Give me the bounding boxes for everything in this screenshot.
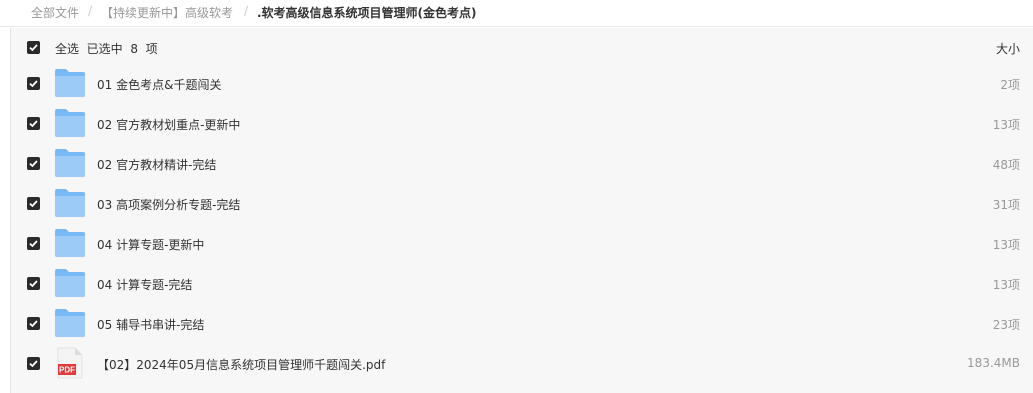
pdf-icon-label: PDF <box>59 366 75 375</box>
item-size: 2项 <box>1000 78 1020 92</box>
item-size: 31项 <box>992 198 1020 212</box>
item-name[interactable]: 05 辅导书串讲-完结 <box>97 316 204 333</box>
item-name[interactable]: 01 金色考点&千题闯关 <box>97 76 221 93</box>
check-icon <box>29 80 38 88</box>
check-icon <box>29 360 38 368</box>
folder-row[interactable]: 04 计算专题-完结 13项 <box>11 264 1033 304</box>
select-all-checkbox[interactable] <box>27 41 40 54</box>
check-icon <box>29 44 38 52</box>
check-icon <box>29 200 38 208</box>
item-size: 13项 <box>992 118 1020 132</box>
breadcrumb-parent-link[interactable]: 【持续更新中】高级软考 <box>101 4 233 21</box>
item-size: 23项 <box>992 318 1020 332</box>
row-checkbox[interactable] <box>27 77 40 90</box>
folder-row[interactable]: 01 金色考点&千题闯关 2项 <box>11 64 1033 104</box>
row-checkbox[interactable] <box>27 117 40 130</box>
item-name[interactable]: 03 高项案例分析专题-完结 <box>97 196 240 213</box>
breadcrumb-root-link[interactable]: 全部文件 <box>31 4 79 21</box>
list-header: 全选 已选中 8 项 大小 <box>11 28 1033 68</box>
breadcrumb-separator: / <box>88 4 93 18</box>
folder-row[interactable]: 02 官方教材精讲-完结 48项 <box>11 144 1033 184</box>
selected-unit: 项 <box>145 42 158 56</box>
row-checkbox[interactable] <box>27 357 40 370</box>
item-name[interactable]: 【02】2024年05月信息系统项目管理师千题闯关.pdf <box>97 356 385 373</box>
check-icon <box>29 320 38 328</box>
folder-icon <box>54 107 86 139</box>
folder-row[interactable]: 05 辅导书串讲-完结 23项 <box>11 304 1033 344</box>
breadcrumb: 全部文件 / 【持续更新中】高级软考 / .软考高级信息系统项目管理师(金色考点… <box>0 0 1033 27</box>
item-size: 48项 <box>992 158 1020 172</box>
folder-icon <box>54 187 86 219</box>
item-name[interactable]: 02 官方教材精讲-完结 <box>97 156 216 173</box>
item-name[interactable]: 04 计算专题-完结 <box>97 276 192 293</box>
folder-icon <box>54 267 86 299</box>
folder-row[interactable]: 04 计算专题-更新中 13项 <box>11 224 1033 264</box>
check-icon <box>29 280 38 288</box>
breadcrumb-current: .软考高级信息系统项目管理师(金色考点) <box>257 6 477 20</box>
folder-icon <box>54 307 86 339</box>
folder-icon <box>54 227 86 259</box>
folder-row[interactable]: 02 官方教材划重点-更新中 13项 <box>11 104 1033 144</box>
row-checkbox[interactable] <box>27 197 40 210</box>
check-icon <box>29 120 38 128</box>
selected-label: 已选中 <box>86 42 123 56</box>
item-size: 183.4MB <box>967 356 1020 370</box>
pdf-icon: PDF <box>54 347 86 379</box>
size-column-header[interactable]: 大小 <box>996 40 1020 57</box>
item-name[interactable]: 02 官方教材划重点-更新中 <box>97 116 240 133</box>
file-row[interactable]: PDF 【02】2024年05月信息系统项目管理师千题闯关.pdf 183.4MB <box>11 344 1033 384</box>
folder-icon <box>54 147 86 179</box>
row-checkbox[interactable] <box>27 237 40 250</box>
check-icon <box>29 160 38 168</box>
check-icon <box>29 240 38 248</box>
folder-icon <box>54 67 86 99</box>
row-checkbox[interactable] <box>27 157 40 170</box>
file-list: 全选 已选中 8 项 大小 01 金色考点&千题闯关 2项 02 官方教材划重点-更… <box>10 28 1033 393</box>
breadcrumb-separator: / <box>244 4 249 18</box>
folder-row[interactable]: 03 高项案例分析专题-完结 31项 <box>11 184 1033 224</box>
row-checkbox[interactable] <box>27 277 40 290</box>
item-size: 13项 <box>992 238 1020 252</box>
item-name[interactable]: 04 计算专题-更新中 <box>97 236 204 253</box>
selected-count: 8 <box>130 42 138 56</box>
row-checkbox[interactable] <box>27 317 40 330</box>
select-all-label: 全选 已选中 8 项 <box>55 40 158 57</box>
item-size: 13项 <box>992 278 1020 292</box>
select-all-text[interactable]: 全选 <box>55 42 79 56</box>
